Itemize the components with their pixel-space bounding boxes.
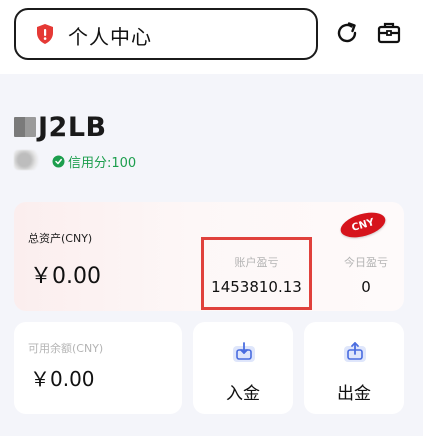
available-balance-value: ￥0.00 [30, 367, 95, 391]
withdraw-icon [344, 342, 366, 362]
user-name-row: J2LB [14, 110, 107, 144]
credit-score[interactable]: 信用分:100 [52, 151, 136, 171]
withdraw-label: 出金 [337, 384, 371, 404]
deposit-icon [233, 342, 255, 362]
account-pnl-value: 1453810.13 [211, 278, 302, 296]
account-pnl-label: 账户盈亏 [234, 256, 279, 269]
deposit-label: 入金 [226, 384, 260, 404]
available-balance-label: 可用余额(CNY) [28, 342, 104, 355]
today-pnl-value: 0 [361, 278, 371, 296]
top-bar: 个人中心 [0, 0, 423, 74]
avatar-mosaic [14, 117, 36, 137]
deposit-button[interactable]: 入金 [193, 322, 293, 414]
today-pnl-label: 今日盈亏 [344, 256, 388, 269]
refresh-icon[interactable] [334, 20, 360, 46]
account-pnl-highlight: 账户盈亏 1453810.13 [201, 237, 312, 310]
credit-icon [52, 155, 65, 167]
avatar [14, 150, 40, 170]
briefcase-icon[interactable] [376, 20, 402, 46]
total-assets-value: ￥0.00 [30, 264, 101, 289]
shield-alert-icon [37, 24, 53, 44]
page-title: 个人中心 [68, 25, 152, 49]
withdraw-button[interactable]: 出金 [304, 322, 404, 414]
title-bar[interactable]: 个人中心 [14, 8, 318, 60]
user-name: J2LB [38, 111, 107, 143]
total-assets-label: 总资产(CNY) [28, 232, 93, 245]
credit-label: 信用分:100 [68, 155, 137, 171]
